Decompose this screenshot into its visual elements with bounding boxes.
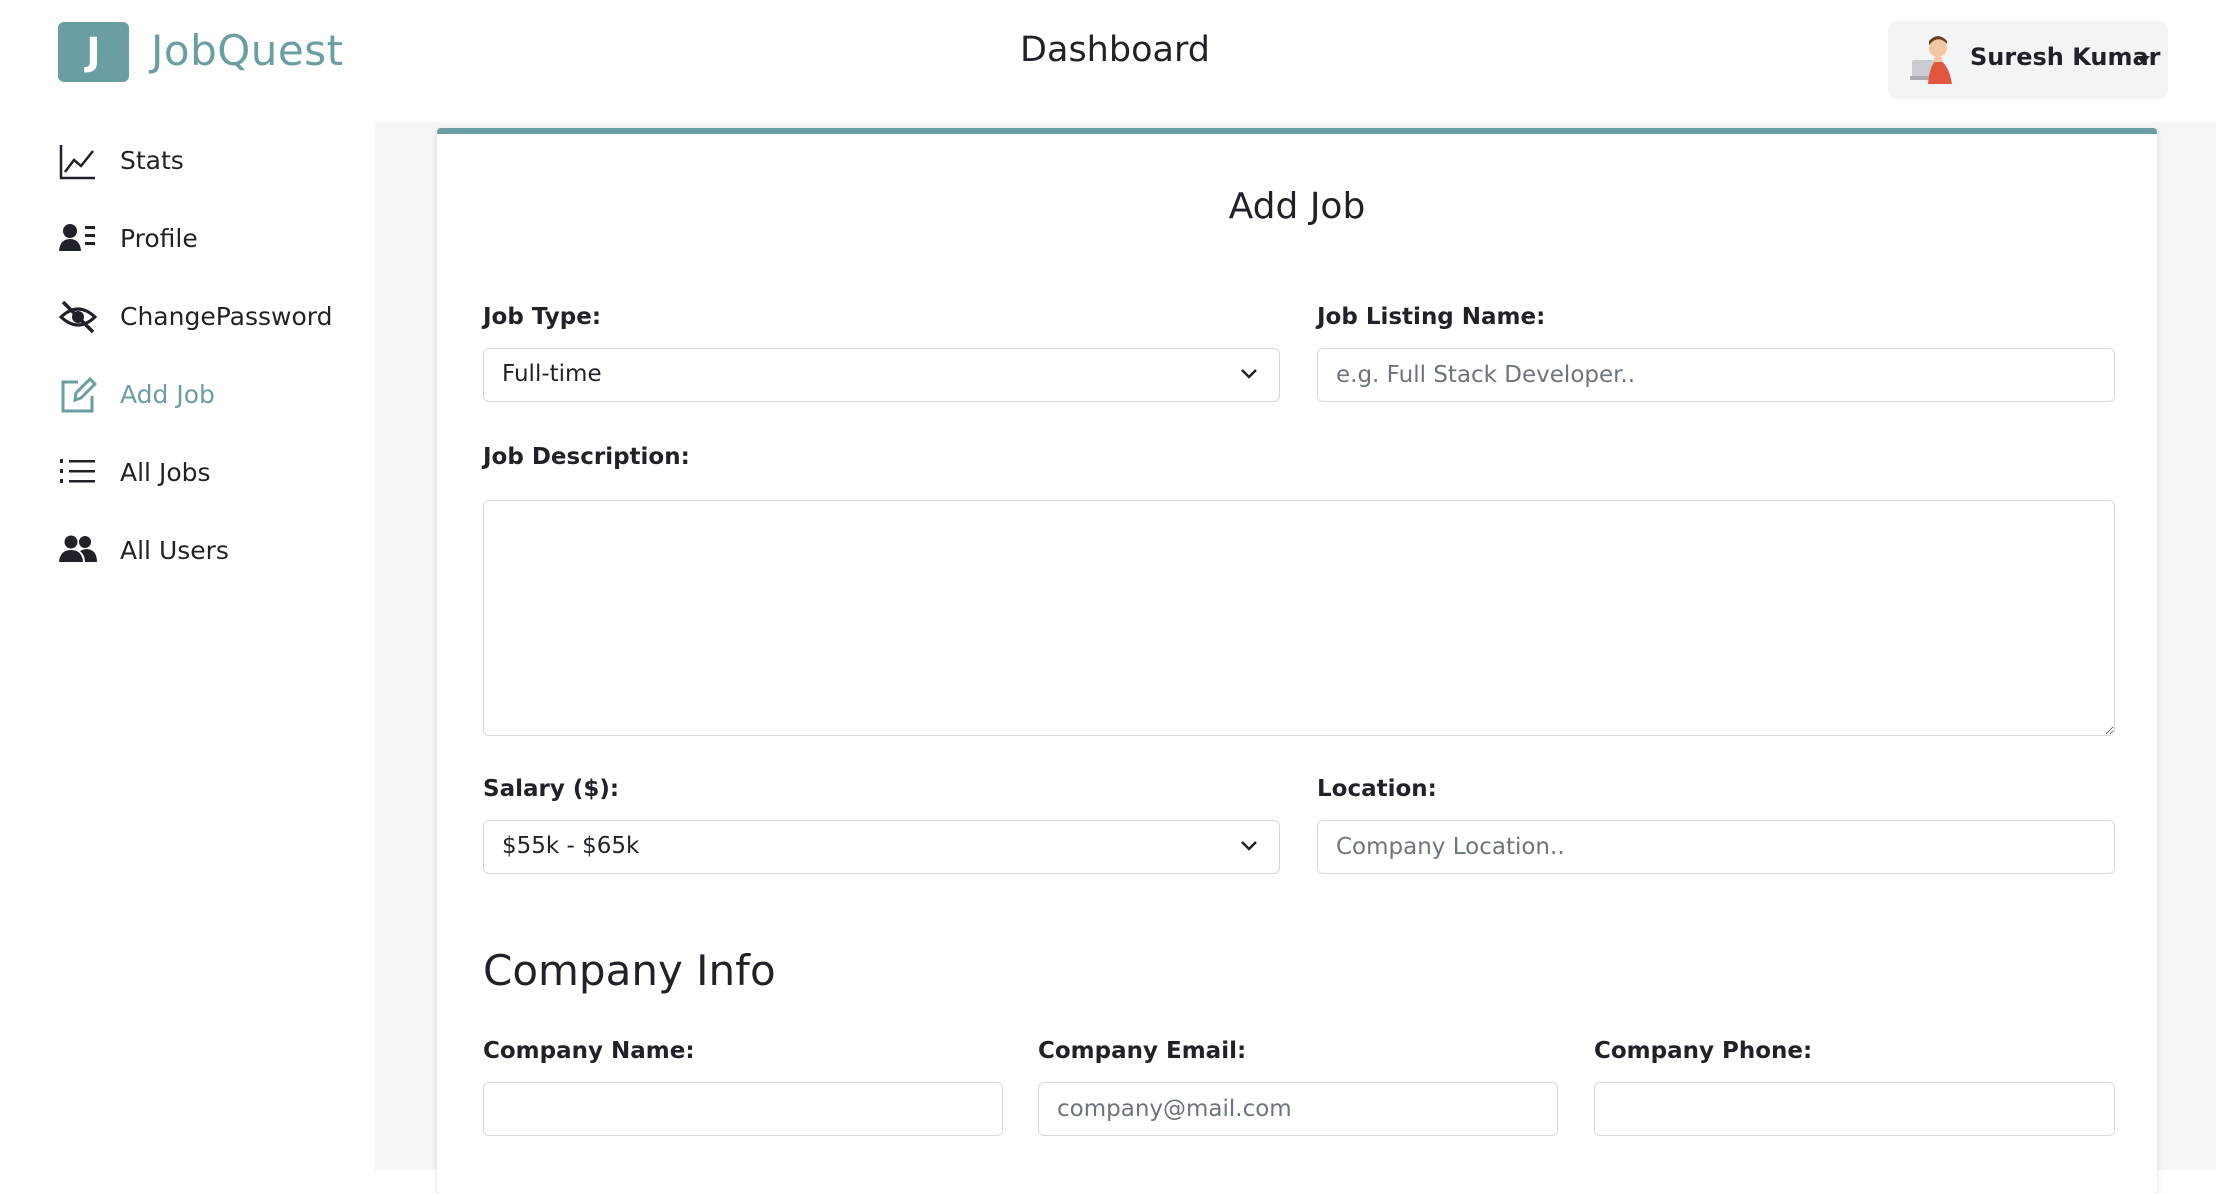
job-description-textarea[interactable] [483, 500, 2115, 736]
salary-label: Salary ($): [483, 776, 620, 802]
sidebar-item-label: All Users [120, 536, 229, 565]
job-listing-name-input[interactable] [1317, 348, 2115, 402]
job-type-label: Job Type: [483, 304, 602, 330]
location-label: Location: [1317, 776, 1437, 802]
company-name-label: Company Name: [483, 1038, 695, 1064]
sidebar: Stats Profile ChangePassword Add Job All… [0, 122, 375, 1170]
location-input[interactable] [1317, 820, 2115, 874]
salary-value: $55k - $65k [502, 833, 640, 859]
list-icon [60, 459, 95, 483]
sidebar-item-all-jobs[interactable]: All Jobs [58, 444, 358, 504]
sidebar-item-label: ChangePassword [120, 302, 333, 331]
logo-icon[interactable]: J [58, 22, 129, 82]
company-name-input[interactable] [483, 1082, 1003, 1136]
profile-card-icon [59, 224, 95, 251]
caret-down-icon [2136, 56, 2150, 64]
job-type-value: Full-time [502, 361, 602, 387]
user-name: Suresh Kumar [1970, 43, 2161, 71]
avatar [1910, 36, 1952, 84]
company-phone-input[interactable] [1594, 1082, 2115, 1136]
eye-slash-icon [58, 300, 98, 334]
company-email-label: Company Email: [1038, 1038, 1247, 1064]
form-title: Add Job [1228, 186, 1366, 227]
sidebar-item-all-users[interactable]: All Users [58, 522, 358, 582]
sidebar-item-label: Add Job [120, 380, 215, 409]
page-title: Dashboard [1020, 30, 1210, 70]
sidebar-item-profile[interactable]: Profile [58, 210, 358, 270]
sidebar-item-label: All Jobs [120, 458, 211, 487]
chevron-down-icon [1241, 841, 1257, 851]
sidebar-item-add-job[interactable]: Add Job [58, 366, 358, 426]
job-type-select[interactable]: Full-time [483, 348, 1280, 402]
sidebar-item-stats[interactable]: Stats [58, 132, 358, 192]
salary-select[interactable]: $55k - $65k [483, 820, 1280, 874]
company-info-heading: Company Info [483, 946, 776, 995]
main-content: Add Job Job Type: Full-time Job Listing … [375, 122, 2216, 1194]
company-phone-label: Company Phone: [1594, 1038, 1813, 1064]
sidebar-item-label: Profile [120, 224, 198, 253]
user-menu-button[interactable]: Suresh Kumar [1888, 21, 2168, 99]
company-email-input[interactable] [1038, 1082, 1558, 1136]
sidebar-item-changepassword[interactable]: ChangePassword [58, 288, 358, 348]
add-job-form: Add Job Job Type: Full-time Job Listing … [437, 128, 2157, 1194]
job-listing-name-label: Job Listing Name: [1317, 304, 1546, 330]
top-header: J JobQuest Dashboard Suresh Kumar [0, 0, 2216, 122]
sidebar-item-label: Stats [120, 146, 184, 175]
job-description-label: Job Description: [483, 444, 690, 470]
brand-name[interactable]: JobQuest [151, 26, 344, 75]
chevron-down-icon [1241, 369, 1257, 379]
users-icon [59, 535, 97, 562]
chart-line-icon [59, 145, 95, 180]
edit-icon [61, 376, 98, 413]
